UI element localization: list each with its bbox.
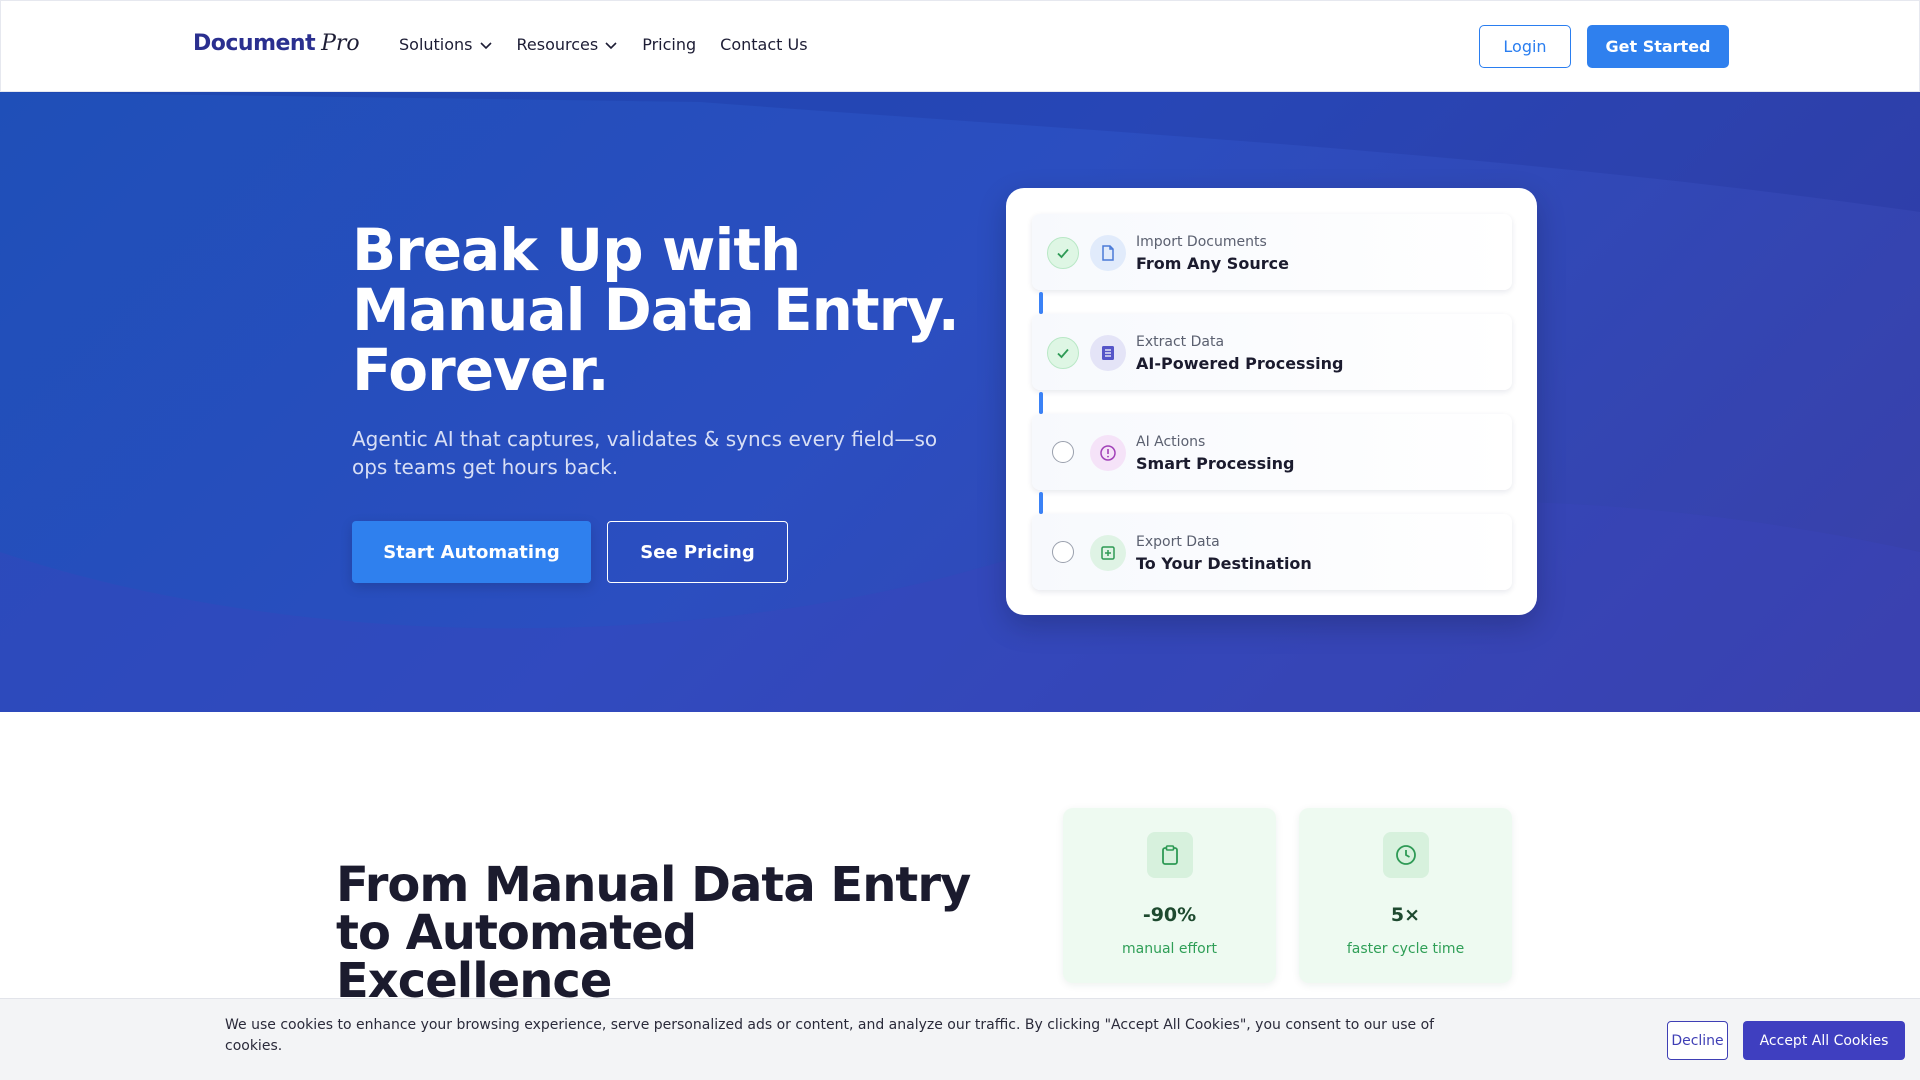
nav-item-label: Pricing xyxy=(642,35,697,54)
step-label: Extract Data xyxy=(1136,334,1225,350)
step-detail: To Your Destination xyxy=(1136,554,1312,573)
nav-item-resources[interactable]: Resources xyxy=(517,35,619,54)
section-title-line: to Automated xyxy=(336,905,697,961)
pending-circle-icon xyxy=(1052,441,1074,463)
step-connector xyxy=(1039,492,1043,514)
main-menu: Solutions Resources Pricing Contact Us xyxy=(399,35,832,54)
list-icon xyxy=(1090,335,1126,371)
clock-icon xyxy=(1383,832,1429,878)
brand-logo[interactable]: Document Pro xyxy=(193,31,360,56)
step-label: AI Actions xyxy=(1136,434,1206,450)
login-button[interactable]: Login xyxy=(1479,25,1571,68)
hero-title-line: Manual Data Entry. xyxy=(352,276,960,344)
brand-name: Document xyxy=(193,31,316,56)
stat-label: manual effort xyxy=(1122,941,1217,957)
workflow-step-export: Export Data To Your Destination xyxy=(1032,514,1512,590)
check-icon xyxy=(1047,237,1079,269)
workflow-step-ai-actions: AI Actions Smart Processing xyxy=(1032,414,1512,490)
step-detail: Smart Processing xyxy=(1136,454,1295,473)
nav-item-label: Solutions xyxy=(399,35,473,54)
stat-label: faster cycle time xyxy=(1346,941,1465,957)
stat-card-cycle-time: 5× faster cycle time xyxy=(1299,808,1512,983)
chevron-down-icon xyxy=(605,41,617,49)
nav-item-solutions[interactable]: Solutions xyxy=(399,35,493,54)
accept-cookies-button[interactable]: Accept All Cookies xyxy=(1743,1021,1905,1060)
section-title-line: From Manual Data Entry xyxy=(336,857,971,913)
hero-title-line: Forever. xyxy=(352,336,610,404)
nav-item-contact[interactable]: Contact Us xyxy=(720,35,807,54)
step-connector xyxy=(1039,392,1043,414)
see-pricing-button[interactable]: See Pricing xyxy=(607,521,788,583)
cookie-banner: We use cookies to enhance your browsing … xyxy=(0,998,1920,1080)
section-title: From Manual Data Entry to Automated Exce… xyxy=(336,857,971,1005)
nav-item-label: Contact Us xyxy=(720,35,808,54)
top-navbar: Document Pro Solutions Resources Pricing… xyxy=(0,0,1920,92)
workflow-step-extract: Extract Data AI-Powered Processing xyxy=(1032,314,1512,390)
stat-value: -90% xyxy=(1142,904,1197,926)
cookie-message: We use cookies to enhance your browsing … xyxy=(225,1017,1435,1054)
check-icon xyxy=(1047,337,1079,369)
chevron-down-icon xyxy=(479,41,492,49)
start-automating-button[interactable]: Start Automating xyxy=(352,521,591,583)
workflow-card: Import Documents From Any Source Extract… xyxy=(1006,188,1537,615)
hero-title: Break Up with Manual Data Entry. Forever… xyxy=(352,220,972,400)
workflow-step-import: Import Documents From Any Source xyxy=(1032,214,1512,290)
get-started-button[interactable]: Get Started xyxy=(1587,25,1729,68)
hero-title-line: Break Up with xyxy=(352,216,801,284)
pending-circle-icon xyxy=(1052,541,1074,563)
clipboard-icon xyxy=(1147,832,1193,878)
alert-circle-icon xyxy=(1090,435,1126,471)
nav-item-label: Resources xyxy=(516,35,599,54)
stat-card-manual-effort: -90% manual effort xyxy=(1063,808,1276,983)
step-detail: From Any Source xyxy=(1136,254,1289,273)
hero-wave-background xyxy=(0,92,1920,712)
document-icon xyxy=(1090,235,1126,271)
step-connector xyxy=(1039,292,1043,314)
decline-cookies-button[interactable]: Decline xyxy=(1667,1021,1728,1060)
step-label: Import Documents xyxy=(1136,234,1267,250)
stat-value: 5× xyxy=(1390,904,1421,926)
step-label: Export Data xyxy=(1136,534,1220,550)
hero-section: Break Up with Manual Data Entry. Forever… xyxy=(0,92,1920,712)
brand-suffix: Pro xyxy=(321,31,360,56)
hero-subtitle: Agentic AI that captures, validates & sy… xyxy=(352,427,938,479)
step-detail: AI-Powered Processing xyxy=(1136,354,1344,373)
nav-item-pricing[interactable]: Pricing xyxy=(642,35,696,54)
plus-square-icon xyxy=(1090,535,1126,571)
